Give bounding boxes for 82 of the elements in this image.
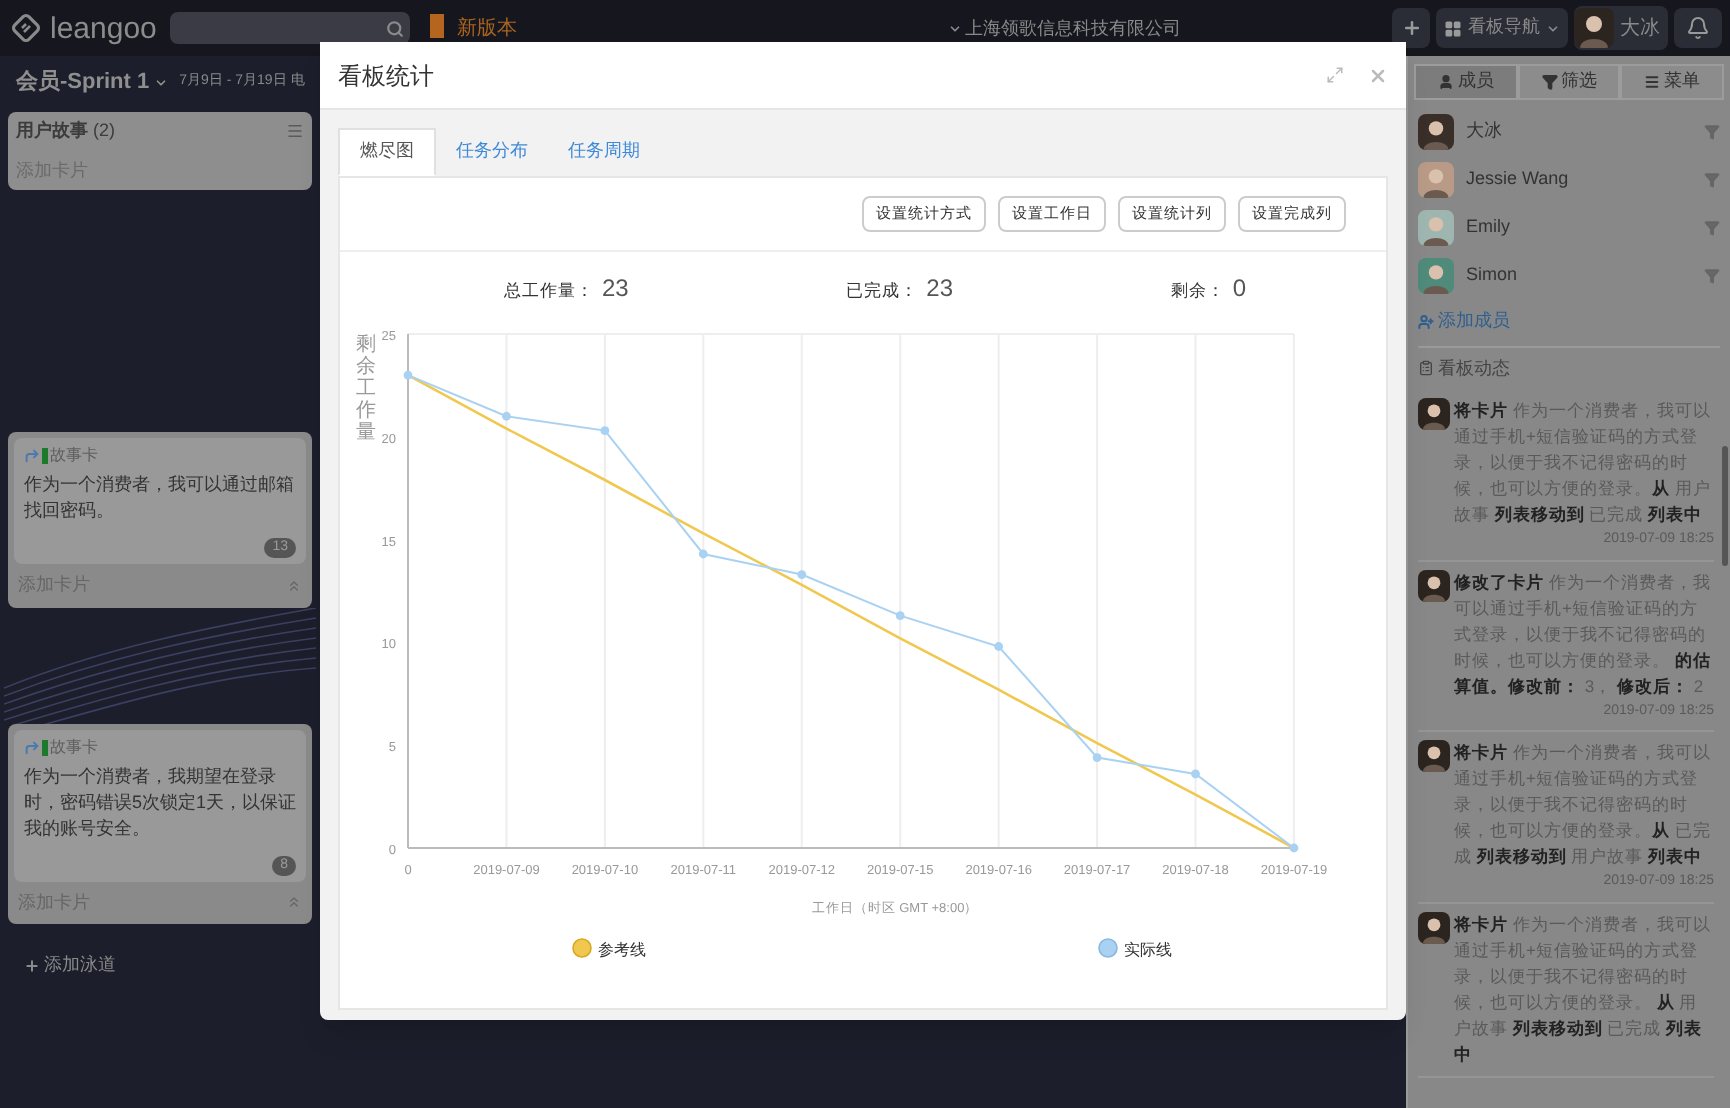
plus-icon xyxy=(1401,18,1421,38)
member-name: Jessie Wang xyxy=(1466,166,1571,193)
panel-tab[interactable]: 成员 xyxy=(1414,64,1518,100)
grid-icon xyxy=(1444,19,1462,37)
add-lane-link[interactable]: 添加泳道 xyxy=(24,952,116,979)
avatar xyxy=(1418,740,1450,772)
plus-icon xyxy=(24,957,40,974)
stat-value: 23 xyxy=(926,272,954,306)
chart-tab[interactable]: 任务周期 xyxy=(548,128,660,176)
legend-item[interactable]: 实际线 xyxy=(1098,938,1172,959)
new-version-link[interactable]: 新版本 xyxy=(456,14,517,44)
status-bar-icon xyxy=(42,739,48,755)
add-user-icon xyxy=(1418,313,1434,330)
y-axis-label: 剩余工作量 xyxy=(356,334,376,444)
scrollbar[interactable] xyxy=(1722,446,1728,566)
bell-icon xyxy=(1686,16,1710,40)
legend-label: 实际线 xyxy=(1124,941,1172,959)
user-avatar xyxy=(1574,8,1614,48)
dialog-title: 看板统计 xyxy=(338,59,436,93)
filter-icon[interactable] xyxy=(1704,220,1720,236)
avatar xyxy=(1418,569,1450,601)
company-selector[interactable]: 上海领歌信息科技有限公司 xyxy=(947,16,1182,43)
logo-text: leangoo xyxy=(50,13,157,43)
user-menu-button[interactable]: 大冰 xyxy=(1574,6,1668,50)
card-type: 故事卡 xyxy=(50,735,98,759)
collapse-icon[interactable] xyxy=(286,577,302,594)
member-name: Emily xyxy=(1466,214,1512,241)
clipboard-icon xyxy=(1418,360,1434,377)
collapse-icon[interactable] xyxy=(286,894,302,911)
share-icon xyxy=(24,739,40,755)
point xyxy=(502,411,511,421)
stat-value: 0 xyxy=(1232,272,1246,306)
expand-icon[interactable] xyxy=(1326,66,1344,84)
legend-item[interactable]: 参考线 xyxy=(572,938,646,959)
filter-icon xyxy=(1541,74,1557,90)
point xyxy=(698,549,708,559)
stat-label: 总工作量： xyxy=(504,278,594,304)
legend-label: 参考线 xyxy=(598,941,646,959)
member-name: 大冰 xyxy=(1466,118,1504,145)
point xyxy=(994,642,1004,651)
filter-icon[interactable] xyxy=(1704,268,1720,284)
share-icon xyxy=(24,448,40,464)
card-type: 故事卡 xyxy=(50,444,98,468)
point xyxy=(600,426,610,436)
member-name: Simon xyxy=(1466,262,1520,289)
filter-icon[interactable] xyxy=(1704,124,1720,140)
bookmark-icon xyxy=(430,14,445,38)
user-icon xyxy=(1437,74,1454,90)
search-icon xyxy=(386,19,405,37)
board-nav-button[interactable]: 看板导航 xyxy=(1436,8,1568,48)
caret-icon xyxy=(947,22,962,37)
filter-icon[interactable] xyxy=(1704,172,1720,188)
logo-icon xyxy=(10,12,42,44)
status-bar-icon xyxy=(42,448,48,464)
notifications-button[interactable] xyxy=(1674,8,1722,48)
point xyxy=(403,370,413,380)
stat-label: 已完成： xyxy=(846,278,919,304)
point xyxy=(1092,753,1102,762)
caret-icon xyxy=(153,75,168,89)
close-icon[interactable] xyxy=(1368,65,1388,85)
list-title: 用户故事 (2) xyxy=(16,118,116,144)
avatar xyxy=(1418,398,1450,430)
chart-tab[interactable]: 燃尽图 xyxy=(338,128,436,176)
add-button[interactable] xyxy=(1392,8,1430,48)
panel-tab[interactable]: 菜单 xyxy=(1620,64,1725,100)
panel-tab[interactable]: 筛选 xyxy=(1517,64,1621,100)
stat-value: 23 xyxy=(602,272,629,306)
activity-title: 看板动态 xyxy=(1438,355,1510,381)
menu-icon[interactable] xyxy=(286,122,304,141)
point xyxy=(895,611,905,621)
point xyxy=(1289,843,1299,853)
sprint-title[interactable]: 会员-Sprint 1 xyxy=(16,65,168,99)
point xyxy=(1191,769,1200,779)
card-text: 作为一个消费者，我期望在登录时，密码错误5次锁定1天，以保证我的账号安全。 xyxy=(24,763,296,841)
point xyxy=(797,570,807,579)
avatar xyxy=(1418,911,1450,943)
stat-label: 剩余： xyxy=(1170,278,1225,304)
menu-icon xyxy=(1644,74,1661,90)
search-field[interactable] xyxy=(170,12,411,44)
card-text: 作为一个消费者，我可以通过邮箱找回密码。 xyxy=(24,472,296,524)
caret-icon xyxy=(1546,21,1560,35)
chart-tab[interactable]: 任务分布 xyxy=(436,128,548,176)
